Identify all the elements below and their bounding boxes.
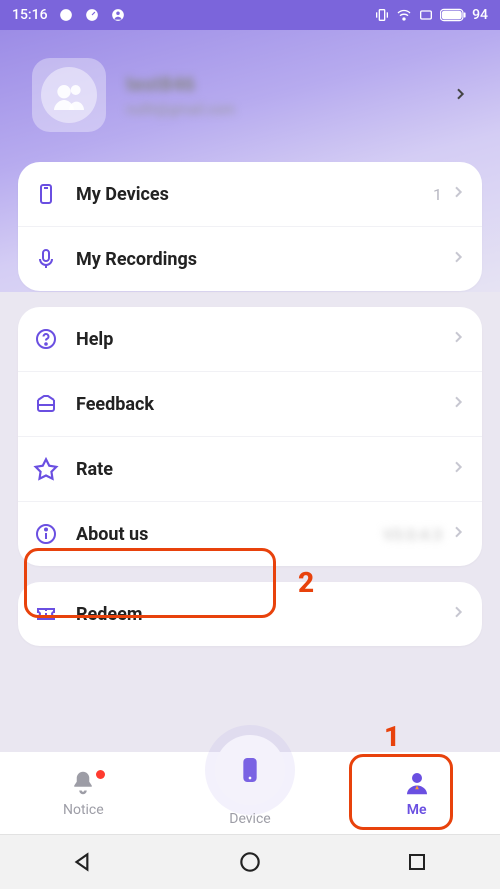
card-devices: My Devices 1 My Recordings — [18, 162, 482, 291]
annotation-number-1: 1 — [384, 720, 400, 753]
info-icon — [32, 520, 60, 548]
row-value: V3.0.4.3 — [383, 525, 442, 544]
vibrate-icon — [374, 7, 390, 23]
item-help[interactable]: Help — [18, 307, 482, 371]
tab-label: Notice — [63, 802, 104, 818]
chevron-right-icon — [450, 329, 466, 349]
tab-label: Device — [229, 811, 270, 827]
row-label: Redeem — [76, 604, 450, 625]
chevron-right-icon — [450, 184, 466, 204]
star-icon — [32, 455, 60, 483]
chevron-right-icon — [442, 83, 478, 108]
chevron-right-icon — [450, 249, 466, 269]
recents-button[interactable] — [372, 850, 462, 874]
item-rate[interactable]: Rate — [18, 436, 482, 501]
row-value: 1 — [433, 185, 442, 204]
profile-row[interactable]: test846 nullit@gmail.com — [0, 30, 500, 152]
bell-icon — [68, 768, 98, 798]
help-icon — [32, 325, 60, 353]
feedback-icon — [32, 390, 60, 418]
phone-icon — [234, 754, 266, 786]
chevron-right-icon — [450, 394, 466, 414]
content: My Devices 1 My Recordings Help Feedback — [0, 162, 500, 646]
row-label: My Recordings — [76, 249, 450, 270]
item-redeem[interactable]: Redeem — [18, 582, 482, 646]
tab-device[interactable]: Device — [190, 735, 310, 827]
back-button[interactable] — [38, 849, 128, 875]
device-icon — [32, 180, 60, 208]
ticket-icon — [32, 600, 60, 628]
wifi-icon — [396, 7, 412, 23]
card-redeem: Redeem — [18, 582, 482, 646]
row-label: Feedback — [76, 394, 450, 415]
row-label: About us — [76, 524, 383, 545]
tab-me[interactable]: Me — [357, 768, 477, 818]
rect-icon — [418, 7, 434, 23]
item-feedback[interactable]: Feedback — [18, 371, 482, 436]
dashboard-icon — [84, 7, 100, 23]
annotation-number-2: 2 — [298, 566, 314, 599]
chevron-right-icon — [450, 604, 466, 624]
row-label: My Devices — [76, 184, 433, 205]
item-my-devices[interactable]: My Devices 1 — [18, 162, 482, 226]
item-about-us[interactable]: About us V3.0.4.3 — [18, 501, 482, 566]
chevron-right-icon — [450, 459, 466, 479]
microphone-icon — [32, 245, 60, 273]
status-time: 15:16 — [12, 7, 48, 23]
row-label: Rate — [76, 459, 450, 480]
person-icon — [402, 768, 432, 798]
notification-dot-icon — [96, 770, 105, 779]
card-support: Help Feedback Rate About us V3.0.4.3 — [18, 307, 482, 566]
profile-subtitle: nullit@gmail.com — [126, 102, 442, 118]
system-nav — [0, 834, 500, 889]
home-button[interactable] — [205, 849, 295, 875]
status-bar: 15:16 94 — [0, 0, 500, 30]
chevron-right-icon — [450, 524, 466, 544]
battery-percent: 94 — [472, 7, 488, 23]
account-icon — [110, 7, 126, 23]
item-my-recordings[interactable]: My Recordings — [18, 226, 482, 291]
bottom-nav: Notice Device Me — [0, 752, 500, 834]
row-label: Help — [76, 329, 450, 350]
tab-label: Me — [407, 802, 427, 818]
chat-icon — [58, 7, 74, 23]
profile-name: test846 — [126, 72, 442, 96]
tab-notice[interactable]: Notice — [23, 768, 143, 818]
battery-icon — [440, 7, 466, 23]
avatar — [32, 58, 106, 132]
